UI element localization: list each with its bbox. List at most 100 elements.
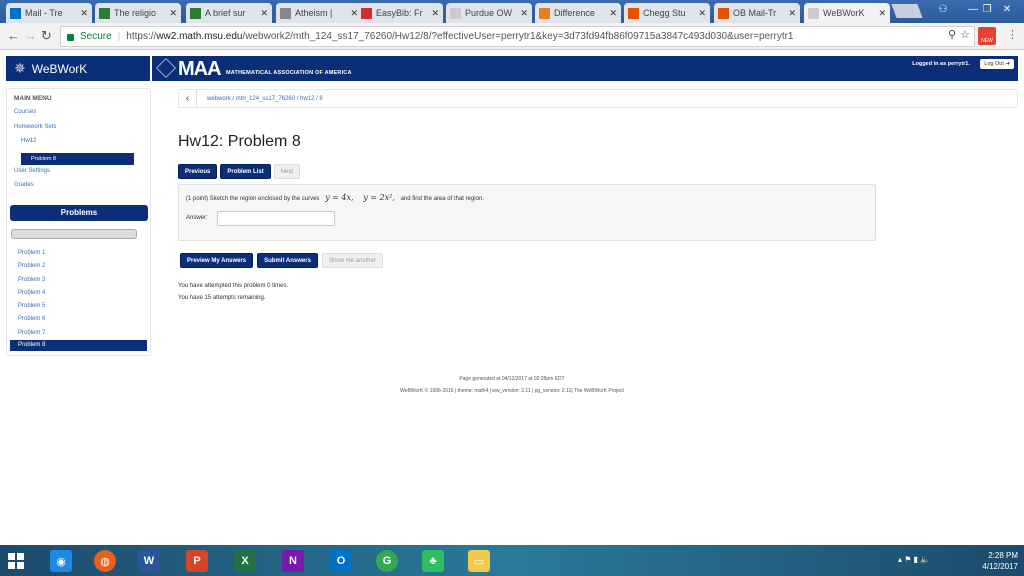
main-menu-heading: MAIN MENU	[14, 95, 52, 102]
tab-close-icon[interactable]: ✕	[788, 8, 796, 19]
bookmark-star-icon[interactable]: ☆	[960, 28, 970, 41]
tab-close-icon[interactable]: ✕	[260, 8, 268, 19]
attempts-text: You have attempted this problem 0 times.	[178, 283, 289, 289]
show-another-button[interactable]: Show me another	[321, 253, 383, 268]
zoom-icon[interactable]: ⚲	[948, 28, 956, 41]
problem-link-6[interactable]: Problem 6	[7, 313, 150, 326]
problem-link-8[interactable]: Problem 8	[10, 340, 147, 352]
submit-answers-button[interactable]: Submit Answers	[257, 253, 318, 268]
remaining-text: You have 15 attempts remaining.	[178, 295, 266, 301]
sidebar-item-courses[interactable]: Courses	[7, 109, 150, 124]
browser-tab[interactable]: EasyBib: Fr ✕	[357, 3, 443, 23]
previous-button[interactable]: Previous	[178, 164, 218, 179]
problem-link-2[interactable]: Problem 2	[7, 260, 150, 273]
clock-date: 4/12/2017	[982, 562, 1018, 571]
browser-tab[interactable]: Atheism | ✕	[276, 3, 362, 23]
easybib-icon	[361, 7, 372, 19]
problem-suffix: and find the area of that region.	[400, 196, 484, 202]
sidebar-item-problem-8[interactable]: Problem 8	[21, 152, 134, 165]
tab-close-icon[interactable]: ✕	[80, 8, 88, 19]
browser-tab[interactable]: Purdue OW ✕	[446, 3, 532, 23]
problem-list-button[interactable]: Problem List	[220, 164, 271, 179]
outlook-icon[interactable]: O	[330, 550, 352, 572]
tab-close-icon[interactable]: ✕	[520, 8, 528, 19]
mail-icon	[10, 7, 21, 19]
sidebar-item-homework-sets[interactable]: Homework Sets	[7, 124, 150, 139]
url-bar[interactable]: Secure | https://ww2.math.msu.edu/webwor…	[60, 26, 975, 47]
extension-icon[interactable]: NEW	[978, 27, 996, 45]
url-text: https://ww2.math.msu.edu/webwork2/mth_12…	[126, 31, 794, 42]
browser-tab[interactable]: The religio ✕	[95, 3, 181, 23]
logout-button[interactable]: Log Out ➜	[980, 59, 1014, 69]
tab-label: OB Mail-Tr	[733, 8, 777, 18]
breadcrumb-path[interactable]: webwork / mth_124_ss17_76260 / hw12 / 8	[207, 96, 323, 102]
tab-label: WeBWorK	[823, 8, 865, 18]
browser-tab[interactable]: Mail - Tre ✕	[6, 3, 92, 23]
tab-close-icon[interactable]: ✕	[878, 8, 886, 19]
chegg-icon	[718, 7, 729, 19]
tab-label: Atheism |	[295, 8, 333, 18]
webwork-logo[interactable]: ✵ WeBWorK	[6, 56, 150, 81]
browser-tab[interactable]: A brief sur ✕	[186, 3, 272, 23]
next-button[interactable]: Next	[273, 164, 301, 179]
tab-label: Mail - Tre	[25, 8, 63, 18]
answer-actions: Preview My Answers Submit Answers Show m…	[180, 253, 383, 268]
sidebar-item-user-settings[interactable]: User Settings	[7, 168, 150, 183]
browser-tab[interactable]: Difference ✕	[535, 3, 621, 23]
difference-icon	[539, 7, 550, 19]
maa-logo[interactable]: MAA	[178, 58, 222, 81]
tab-label: Chegg Stu	[643, 8, 686, 18]
new-tab-button[interactable]	[891, 4, 923, 18]
excel-icon[interactable]: X	[234, 550, 256, 572]
browser-tab[interactable]: Chegg Stu ✕	[624, 3, 710, 23]
tab-close-icon[interactable]: ✕	[169, 8, 177, 19]
google-icon[interactable]: G	[376, 550, 398, 572]
problem-link-1[interactable]: Problem 1	[7, 247, 150, 260]
problem-link-5[interactable]: Problem 5	[7, 300, 150, 313]
problems-heading: Problems	[10, 205, 148, 221]
logged-in-text: Logged in as perrytr1.	[912, 61, 970, 67]
problem-statement: (1 point) Sketch the region enclosed by …	[186, 193, 484, 202]
webwork-star-icon: ✵	[14, 60, 26, 76]
close-window-icon[interactable]: ✕	[992, 0, 1022, 18]
forward-arrow-icon[interactable]: →	[24, 28, 37, 43]
browser-tab[interactable]: WeBWorK ✕	[804, 3, 890, 23]
file-explorer-icon[interactable]: ▭	[468, 550, 490, 572]
problem-link-4[interactable]: Problem 4	[7, 287, 150, 300]
problem-link-3[interactable]: Problem 3	[7, 274, 150, 287]
answer-input[interactable]	[217, 211, 335, 226]
menu-kebab-icon[interactable]: ⋮	[1007, 28, 1018, 41]
preview-answers-button[interactable]: Preview My Answers	[180, 253, 254, 268]
reload-icon[interactable]: ↻	[41, 28, 52, 44]
clock[interactable]: 2:28 PM 4/12/2017	[982, 550, 1018, 572]
maa-emblem-icon	[156, 58, 176, 78]
problem-link-7[interactable]: Problem 7	[7, 327, 150, 340]
browser-tab[interactable]: OB Mail-Tr ✕	[714, 3, 800, 23]
sidebar-item-grades[interactable]: Grades	[7, 182, 150, 197]
word-icon[interactable]: W	[138, 550, 160, 572]
browser-tab-strip: Mail - Tre ✕ The religio ✕ A brief sur ✕ Athei…	[0, 0, 1024, 23]
chrome-icon[interactable]: ◉	[50, 550, 72, 572]
sidebar-item-hw12[interactable]: Hw12	[7, 138, 150, 153]
user-profile-icon[interactable]: ⚇	[928, 0, 958, 18]
sheet-icon	[99, 7, 110, 19]
tab-close-icon[interactable]: ✕	[609, 8, 617, 19]
tab-close-icon[interactable]: ✕	[431, 8, 439, 19]
tab-label: The religio	[114, 8, 157, 18]
chegg-icon	[628, 7, 639, 19]
back-arrow-icon[interactable]: ←	[7, 28, 20, 43]
powerpoint-icon[interactable]: P	[186, 550, 208, 572]
chevron-left-icon[interactable]: ‹	[179, 90, 197, 107]
tab-label: Purdue OW	[465, 8, 513, 18]
tab-label: Difference	[554, 8, 595, 18]
tab-label: A brief sur	[205, 8, 246, 18]
windows-start-icon[interactable]	[8, 553, 24, 569]
tab-close-icon[interactable]: ✕	[698, 8, 706, 19]
problem-prefix: (1 point) Sketch the region enclosed by …	[186, 196, 320, 202]
onenote-icon[interactable]: N	[282, 550, 304, 572]
firefox-icon[interactable]: ◍	[94, 550, 116, 572]
brand-text: WeBWorK	[31, 61, 88, 76]
address-toolbar: ← → ↻ Secure | https://ww2.math.msu.edu/…	[0, 23, 1024, 50]
evernote-icon[interactable]: ♣	[422, 550, 444, 572]
system-tray-icons[interactable]: ▴ ⚑ ▮ 🔈	[898, 555, 930, 564]
